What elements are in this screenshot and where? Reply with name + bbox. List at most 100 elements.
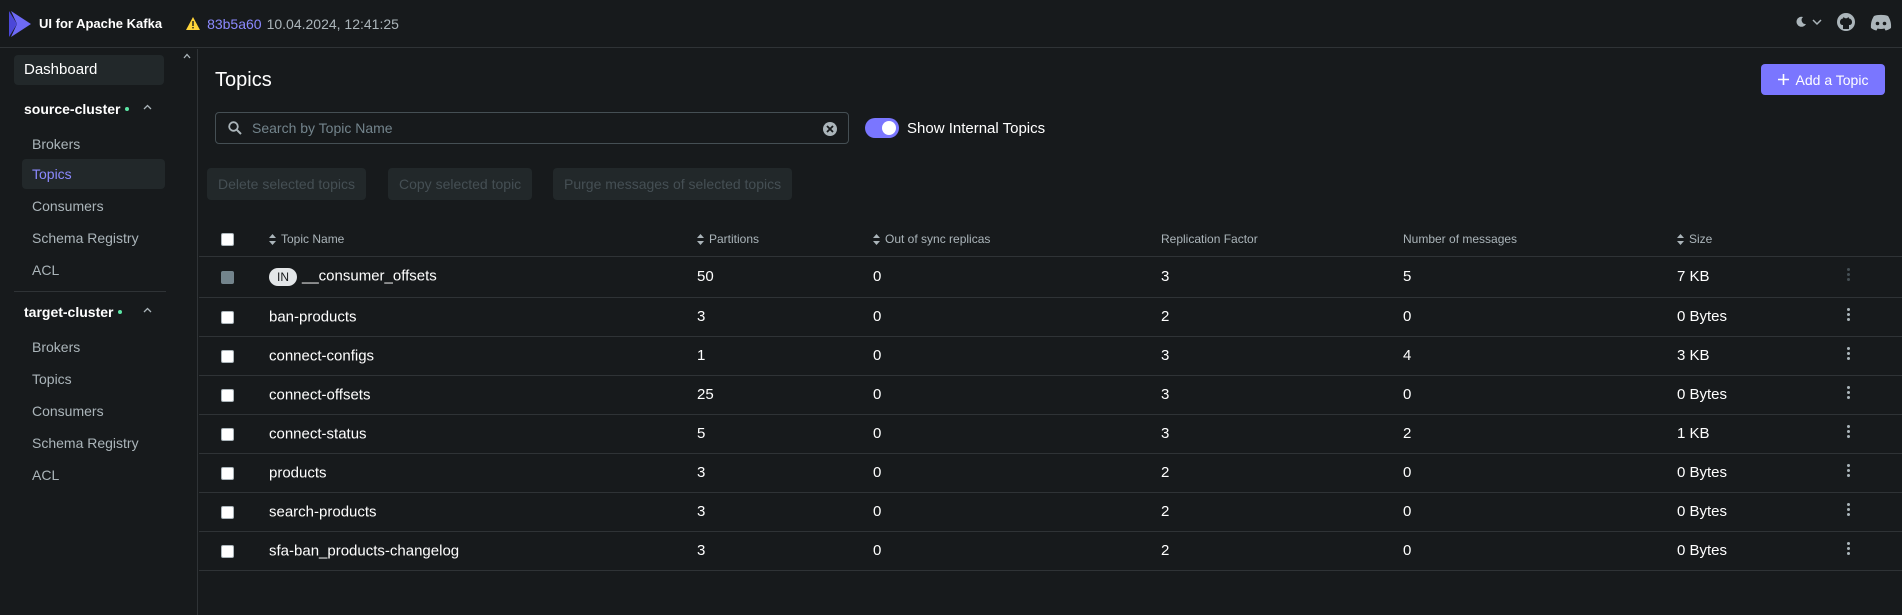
search-input[interactable] [252,120,812,136]
replication-factor-cell: 3 [1161,256,1403,298]
copy-selected-topic-button[interactable]: Copy selected topic [388,168,533,200]
sidebar-item-acl[interactable]: ACL [22,255,165,285]
scroll-up-icon[interactable] [183,53,191,59]
size-cell: 7 KB [1677,256,1847,298]
sidebar-item-topics[interactable]: Topics [22,364,165,394]
topic-name-link[interactable]: search-products [269,503,377,520]
select-all-checkbox[interactable] [221,232,234,246]
warning-icon [186,17,201,30]
topic-name-link[interactable]: connect-status [269,425,367,442]
sidebar-item-dashboard[interactable]: Dashboard [14,55,164,85]
column-header-size[interactable]: Size [1677,222,1847,257]
size-cell: 1 KB [1677,414,1847,454]
column-header-out-of-sync[interactable]: Out of sync replicas [873,222,1161,257]
chevron-up-icon[interactable] [143,307,152,313]
show-internal-topics-label: Show Internal Topics [907,120,1046,137]
out-of-sync-cell: 0 [873,256,1161,298]
add-topic-label: Add a Topic [1795,71,1869,88]
table-row[interactable]: IN __consumer_offsets 50 0 3 5 7 KB [199,256,1902,298]
column-label: Partitions [709,231,760,246]
purge-messages-button[interactable]: Purge messages of selected topics [553,168,793,200]
table-row[interactable]: products 3 0 2 0 0 Bytes [199,453,1902,493]
column-header-number-of-messages: Number of messages [1403,222,1677,257]
table-row[interactable]: search-products 3 0 2 0 0 Bytes [199,492,1902,532]
partitions-cell: 5 [697,414,873,454]
column-header-partitions[interactable]: Partitions [697,222,873,257]
kebab-icon[interactable] [1847,462,1851,479]
row-checkbox[interactable] [221,466,234,480]
plus-icon [1777,74,1789,85]
theme-toggle[interactable] [1795,16,1822,28]
messages-cell: 0 [1403,375,1677,415]
column-label: Number of messages [1403,231,1518,246]
cluster-name: target-cluster [24,304,114,320]
logo-icon[interactable] [9,10,31,37]
topic-name-link[interactable]: connect-configs [269,347,374,364]
topic-name-link[interactable]: products [269,464,327,481]
github-icon[interactable] [1836,12,1856,32]
chevron-up-icon[interactable] [143,104,152,110]
size-cell: 0 Bytes [1677,531,1847,571]
kebab-icon[interactable] [1847,306,1851,323]
replication-factor-cell: 2 [1161,297,1403,337]
cluster-source[interactable]: source-cluster [14,95,164,123]
sidebar-item-consumers[interactable]: Consumers [22,396,165,426]
cluster-name: source-cluster [24,101,121,117]
out-of-sync-cell: 0 [873,414,1161,454]
topic-name-link[interactable]: sfa-ban_products-changelog [269,542,459,559]
chevron-down-icon [1812,18,1822,25]
row-checkbox[interactable] [221,349,234,363]
online-status-dot [125,107,130,111]
replication-factor-cell: 2 [1161,531,1403,571]
commit-link[interactable]: 83b5a60 [207,16,262,32]
table-row[interactable]: connect-configs 1 0 3 4 3 KB [199,336,1902,376]
topic-name-link[interactable]: __consumer_offsets [302,268,437,285]
table-row[interactable]: connect-status 5 0 3 2 1 KB [199,414,1902,454]
table-row[interactable]: ban-products 3 0 2 0 0 Bytes [199,297,1902,337]
size-cell: 3 KB [1677,336,1847,376]
partitions-cell: 3 [697,453,873,493]
sidebar-item-schema-registry[interactable]: Schema Registry [22,428,165,458]
row-checkbox[interactable] [221,544,234,558]
topic-name-link[interactable]: ban-products [269,308,357,325]
column-label: Replication Factor [1161,231,1258,246]
page-title: Topics [215,69,272,91]
row-checkbox[interactable] [221,310,234,324]
sidebar-item-brokers[interactable]: Brokers [22,332,165,362]
sidebar-item-schema-registry[interactable]: Schema Registry [22,223,165,253]
kebab-icon[interactable] [1847,501,1851,518]
delete-selected-topics-button[interactable]: Delete selected topics [207,168,366,200]
kebab-icon[interactable] [1847,266,1851,283]
clear-icon[interactable] [822,121,838,137]
cluster-target[interactable]: target-cluster [14,298,164,326]
size-cell: 0 Bytes [1677,492,1847,532]
sidebar-item-topics[interactable]: Topics [22,159,165,189]
add-topic-button[interactable]: Add a Topic [1761,64,1885,95]
partitions-cell: 50 [697,256,873,298]
sort-icon [697,234,704,246]
messages-cell: 0 [1403,453,1677,493]
show-internal-topics-toggle[interactable] [865,118,899,138]
kebab-icon[interactable] [1847,384,1851,401]
kebab-icon[interactable] [1847,345,1851,362]
replication-factor-cell: 3 [1161,414,1403,454]
replication-factor-cell: 3 [1161,375,1403,415]
row-checkbox[interactable] [221,505,234,519]
row-checkbox[interactable] [221,388,234,402]
messages-cell: 0 [1403,531,1677,571]
row-checkbox[interactable] [221,427,234,441]
kebab-icon[interactable] [1847,540,1851,557]
table-row[interactable]: sfa-ban_products-changelog 3 0 2 0 0 Bytes [199,531,1902,571]
sort-icon [1677,234,1684,246]
app-title[interactable]: UI for Apache Kafka [39,16,162,31]
sidebar-item-acl[interactable]: ACL [22,460,165,490]
partitions-cell: 3 [697,297,873,337]
discord-icon[interactable] [1870,14,1892,31]
sidebar-item-brokers[interactable]: Brokers [22,129,165,159]
sidebar-scrollbar[interactable] [182,49,198,615]
sidebar-item-consumers[interactable]: Consumers [22,191,165,221]
column-header-topic-name[interactable]: Topic Name [269,222,697,257]
table-row[interactable]: connect-offsets 25 0 3 0 0 Bytes [199,375,1902,415]
topic-name-link[interactable]: connect-offsets [269,386,370,403]
kebab-icon[interactable] [1847,423,1851,440]
